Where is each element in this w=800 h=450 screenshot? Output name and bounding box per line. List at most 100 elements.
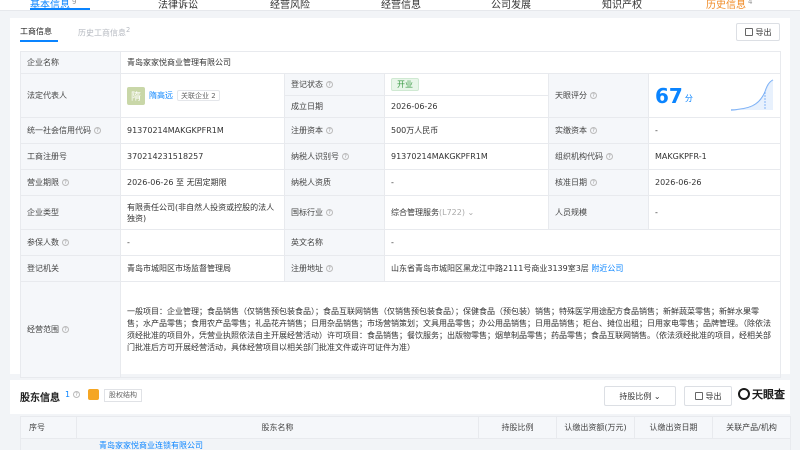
company-name: 青岛家家悦商业管理有限公司 (119, 51, 782, 74)
business-scope: 一般项目：企业管理；食品销售（仅销售预包装食品）；食品互联网销售（仅销售预包装食… (119, 281, 782, 378)
tax-id: 91370214MAKGKPFR1M (384, 143, 549, 170)
company-name-label: 企业名称 (20, 51, 121, 74)
col-shareholder-name: 股东名称 (76, 416, 479, 439)
capital: 500万人民币 (384, 117, 549, 144)
insured: - (120, 229, 285, 256)
found-date-label: 成立日期 (284, 95, 385, 118)
col-subscribed-amount[interactable]: 认缴出资额(万元) (556, 416, 635, 439)
legal-rep-name[interactable]: 隋高远 (149, 90, 173, 101)
help-icon[interactable]: ? (326, 81, 333, 88)
shareholder-count: 1 (65, 390, 71, 399)
shareholder-table: 序号 股东名称 持股比例 认缴出资额(万元) 认缴出资日期 关联产品/机构 青岛… (20, 416, 791, 450)
company-type-label: 企业类型 (20, 195, 121, 230)
brand-logo: 天眼查 (738, 386, 785, 402)
tab-risk[interactable]: 经营风险 (270, 0, 310, 10)
eye-logo-icon (738, 388, 750, 400)
help-icon[interactable]: ? (342, 153, 349, 160)
approve-date-label: 核准日期? (548, 169, 649, 196)
chevron-down-icon: ⌄ (653, 391, 661, 401)
industry-cell[interactable]: 综合管理服务(L722) ⌄ (384, 195, 549, 230)
english-name: - (383, 229, 782, 256)
help-icon[interactable]: ? (62, 179, 69, 186)
org-code-label: 组织机构代码? (548, 143, 649, 170)
help-icon[interactable]: ? (94, 127, 101, 134)
shareholder-name-link[interactable]: 青岛家家悦商业连锁有限公司 (99, 441, 203, 450)
business-info-table: 企业名称 青岛家家悦商业管理有限公司 法定代表人 隋 隋高远 关联企业 2 登记… (20, 51, 782, 378)
tab-legal[interactable]: 法律诉讼 (158, 0, 198, 10)
score-unit: 分 (684, 93, 693, 103)
found-date: 2026-06-26 (384, 95, 549, 118)
score-cell: 67 分 (647, 73, 782, 118)
score-label: 天眼评分? (548, 73, 649, 118)
tab-history[interactable]: 历史信息 4 (706, 0, 752, 10)
help-icon[interactable]: ? (326, 209, 333, 216)
paid-capital-label: 实缴资本? (548, 117, 649, 144)
tab-operation[interactable]: 经营信息 (381, 0, 421, 10)
help-icon[interactable]: ? (62, 326, 69, 333)
chevron-down-icon: ⌄ (467, 208, 475, 217)
insured-label: 参保人数? (20, 229, 121, 256)
company-type: 有限责任公司(非自然人投资或控股的法人独资) (120, 195, 285, 230)
col-ratio[interactable]: 持股比例 (478, 416, 557, 439)
related-companies-badge[interactable]: 关联企业 2 (177, 90, 220, 101)
score-value: 67 (655, 83, 683, 108)
tab-development[interactable]: 公司发展 (491, 0, 531, 10)
legal-rep-cell: 隋 隋高远 关联企业 2 (120, 73, 285, 118)
col-index: 序号 (20, 416, 77, 439)
help-icon[interactable]: ? (326, 127, 333, 134)
help-icon[interactable]: ? (590, 92, 597, 99)
authority: 青岛市城阳区市场监督管理局 (120, 255, 285, 282)
tax-qualification: - (384, 169, 549, 196)
help-icon[interactable]: ? (73, 391, 80, 398)
credit-code: 91370214MAKGKPFR1M (120, 117, 285, 144)
reg-status-cell: 开业 (384, 73, 549, 96)
help-icon[interactable]: ? (590, 179, 597, 186)
reg-status-label: 登记状态? (284, 73, 385, 96)
industry-label: 国标行业? (284, 195, 385, 230)
help-icon[interactable]: ? (606, 153, 613, 160)
address-label: 注册地址? (284, 255, 385, 282)
tax-id-label: 纳税人识别号? (284, 143, 385, 170)
english-name-label: 英文名称 (284, 229, 385, 256)
export-icon (694, 392, 703, 400)
tax-qualification-label: 纳税人资质 (284, 169, 385, 196)
subtab-business-info[interactable]: 工商信息 (20, 26, 52, 37)
shareholder-export-button[interactable]: 导出 (684, 386, 732, 406)
help-icon[interactable]: ? (590, 127, 597, 134)
term-label: 营业期限? (20, 169, 121, 196)
export-icon (744, 28, 753, 36)
authority-label: 登记机关 (20, 255, 121, 282)
address-cell: 山东省青岛市城阳区黑龙江中路2111号商业3139室3层 附近公司 (383, 255, 782, 282)
help-icon[interactable]: ? (62, 239, 69, 246)
col-related: 关联产品/机构 (712, 416, 791, 439)
subtab-indicator (20, 40, 58, 42)
business-info-card: 工商信息 历史工商信息2 导出 企业名称 青岛家家悦商业管理有限公司 法定代表人… (10, 18, 790, 378)
table-row: 青岛家家悦商业连锁有限公司 (20, 438, 791, 450)
status-badge: 开业 (391, 78, 419, 91)
term: 2026-06-26 至 无固定期限 (120, 169, 285, 196)
equity-structure-button[interactable]: 股权结构 (104, 389, 142, 402)
credit-code-label: 统一社会信用代码? (20, 117, 121, 144)
ratio-sort-dropdown[interactable]: 持股比例 ⌄ (604, 386, 676, 406)
tab-ip[interactable]: 知识产权 (602, 0, 642, 10)
capital-label: 注册资本? (284, 117, 385, 144)
col-subscribed-date[interactable]: 认缴出资日期 (634, 416, 713, 439)
reg-number-label: 工商注册号 (20, 143, 121, 170)
bell-icon[interactable] (88, 389, 99, 400)
top-nav: 基本信息 9 法律诉讼 经营风险 经营信息 公司发展 知识产权 历史信息 4 (0, 0, 800, 11)
staff-size: - (647, 195, 782, 230)
legal-rep-label: 法定代表人 (20, 73, 121, 118)
org-code: MAKGKPFR-1 (647, 143, 782, 170)
export-button[interactable]: 导出 (736, 23, 780, 41)
shareholder-header: 股东信息 1 ? 股权结构 持股比例 ⌄ 导出 天眼查 (10, 380, 790, 414)
staff-size-label: 人员规模 (548, 195, 649, 230)
reg-number: 370214231518257 (120, 143, 285, 170)
help-icon[interactable]: ? (326, 265, 333, 272)
subtab-history-business-info[interactable]: 历史工商信息2 (78, 26, 130, 39)
shareholder-title: 股东信息 (20, 393, 60, 404)
paid-capital: - (647, 117, 782, 144)
avatar: 隋 (127, 86, 145, 105)
nearby-companies-link[interactable]: 附近公司 (591, 264, 623, 273)
active-tab-indicator (30, 8, 90, 10)
business-scope-label: 经营范围? (20, 281, 121, 378)
